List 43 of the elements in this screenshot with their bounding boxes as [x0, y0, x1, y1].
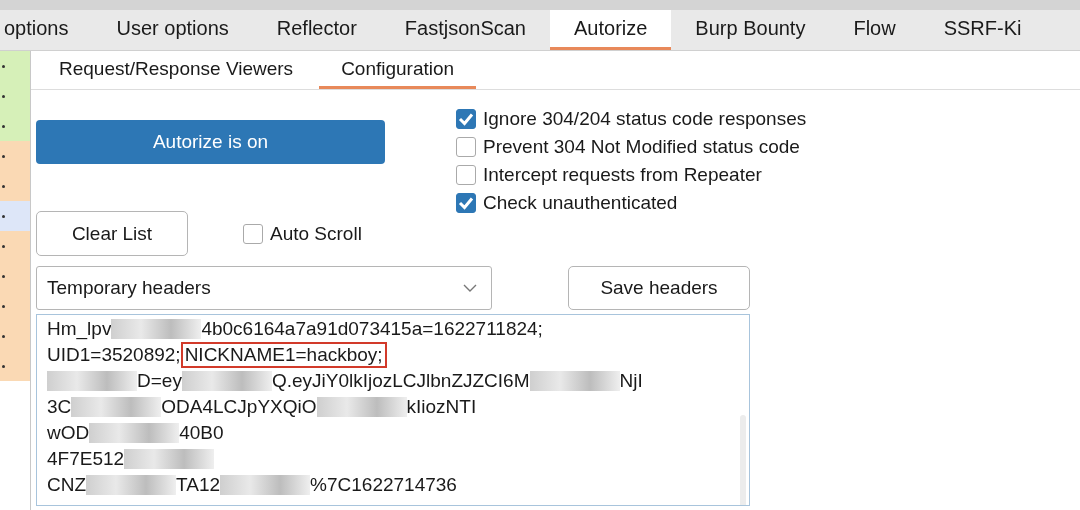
tab[interactable]: options: [0, 10, 93, 50]
tab[interactable]: Reflector: [252, 10, 381, 50]
header-text: ODA4LCJpYXQiO: [161, 395, 317, 419]
checkbox[interactable]: [456, 109, 476, 129]
header-text: UID1=3520892;: [47, 343, 181, 367]
checkbox[interactable]: [456, 193, 476, 213]
checkbox-label: Prevent 304 Not Modified status code: [483, 136, 800, 158]
caret-icon: [463, 284, 477, 292]
tab[interactable]: FastjsonScan: [380, 10, 550, 50]
scrollbar[interactable]: [740, 415, 746, 505]
checkbox-label: Ignore 304/204 status code responses: [483, 108, 807, 130]
tab[interactable]: User options: [92, 10, 253, 50]
checkbox-label: Intercept requests from Repeater: [483, 164, 762, 186]
header-text: wOD: [47, 421, 90, 445]
headers-dropdown[interactable]: Temporary headers: [36, 266, 492, 310]
header-text: 3C: [47, 395, 72, 419]
clear-list-button[interactable]: Clear List: [36, 211, 188, 256]
headers-text-area[interactable]: Hm_lpv 4b0c6164a7a91d073415a=1622711824; UID1=3520892; NICKNAME1=hackboy; D=ey Q.eyJiY0lkIjozLCJlbnZJZCI6M NjI 3C ODA4LCJpYXQiO kIiozNTI wOD 40B0 4F7E512 CNZ TA12 %7C1622714736: [36, 314, 750, 506]
header-text: 4b0c6164a7a91d073415a=1622711824;: [201, 317, 543, 341]
tab[interactable]: Configuration: [319, 51, 477, 89]
header-text: Q.eyJiY0lkIjozLCJlbnZJZCI6M: [271, 369, 530, 393]
highlighted-header-text: NICKNAME1=hackboy;: [180, 342, 387, 368]
tab[interactable]: SSRF-Ki: [919, 10, 1046, 50]
header-text: D=ey: [137, 369, 182, 393]
checkbox[interactable]: [243, 223, 263, 244]
header-text: 40B0: [179, 421, 224, 445]
header-text: %7C1622714736: [310, 473, 457, 497]
tab[interactable]: Autorize: [550, 10, 672, 50]
checkbox[interactable]: [456, 137, 476, 157]
header-text: 4F7E512: [47, 447, 125, 471]
tab[interactable]: Request/Response Viewers: [37, 51, 316, 89]
tab[interactable]: Flow: [829, 10, 920, 50]
checkbox[interactable]: [456, 165, 476, 185]
header-text: TA12: [176, 473, 221, 497]
checkbox-label: Check unauthenticated: [483, 192, 678, 214]
header-text: NjI: [619, 369, 643, 393]
toggle-button[interactable]: Autorize is on: [36, 120, 385, 164]
save-headers-button[interactable]: Save headers: [568, 266, 750, 310]
header-text: CNZ: [47, 473, 87, 497]
header-text: kIiozNTI: [406, 395, 477, 419]
header-text: Hm_lpv: [47, 317, 112, 342]
tab[interactable]: Burp Bounty: [671, 10, 830, 50]
checkbox-label: Auto Scroll: [270, 222, 362, 245]
